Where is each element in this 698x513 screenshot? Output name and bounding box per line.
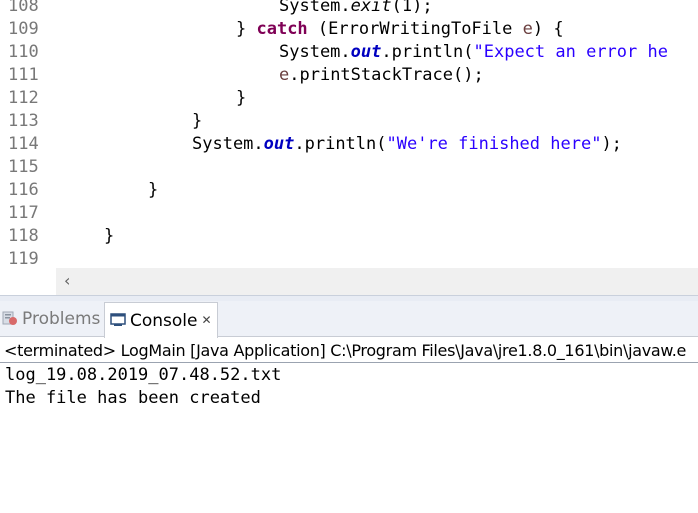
line-number: 119: [8, 249, 39, 268]
variable-token: e: [279, 65, 290, 85]
code-token: (ErrorWritingToFile: [307, 19, 523, 39]
tab-problems[interactable]: Problems: [2, 302, 102, 337]
line-number: 118: [8, 226, 39, 246]
code-token: .printStackTrace();: [289, 65, 484, 85]
code-editor[interactable]: 108 109 110 111 112 113 114 115 116 117 …: [0, 0, 698, 268]
console-output-line: log_19.08.2019_07.48.52.txt: [5, 365, 282, 385]
line-number: 112: [8, 88, 39, 108]
code-line-113[interactable]: }: [192, 110, 202, 133]
console-icon: [110, 313, 126, 326]
code-token: System.: [279, 0, 351, 16]
line-number: 109: [8, 19, 39, 39]
line-number: 117: [8, 203, 39, 223]
horizontal-scrollbar[interactable]: ‹: [56, 268, 698, 295]
console-output-line: The file has been created: [5, 388, 261, 408]
code-token: exit: [350, 0, 392, 16]
variable-token: e: [522, 19, 533, 39]
code-line-109[interactable]: } catch (ErrorWritingToFile e) {: [236, 18, 564, 41]
code-token: .println(: [381, 42, 474, 62]
line-number: 110: [8, 42, 39, 62]
code-token: ) {: [532, 19, 564, 39]
console-output[interactable]: log_19.08.2019_07.48.52.txt The file has…: [0, 364, 698, 513]
code-token: );: [601, 134, 622, 154]
line-number: 108: [8, 0, 39, 16]
code-line-114[interactable]: System.out.println("We're finished here"…: [192, 133, 622, 156]
console-status-line: <terminated> LogMain [Java Application] …: [0, 339, 698, 363]
scroll-left-arrow-icon[interactable]: ‹: [64, 271, 70, 290]
line-number: 114: [8, 134, 39, 154]
line-number-gutter: 108 109 110 111 112 113 114 115 116 117 …: [0, 0, 56, 268]
view-tab-bar: Problems Console ✕: [0, 301, 698, 338]
code-token: System.: [192, 134, 264, 154]
code-line-112[interactable]: }: [236, 87, 246, 110]
code-token: }: [236, 19, 257, 39]
field-token: out: [350, 42, 382, 62]
field-token: out: [263, 134, 295, 154]
code-line-118[interactable]: }: [104, 225, 114, 248]
tab-label: Console: [130, 311, 198, 331]
line-number: 115: [8, 157, 39, 177]
code-token: .println(: [294, 134, 387, 154]
tab-label: Problems: [22, 309, 101, 329]
string-token: "Expect an error he: [473, 42, 668, 62]
code-line-111[interactable]: e.printStackTrace();: [279, 64, 484, 87]
code-line-110[interactable]: System.out.println("Expect an error he: [279, 41, 668, 64]
code-line-108[interactable]: System.exit(1);: [279, 0, 433, 18]
line-number: 111: [8, 65, 39, 85]
close-icon[interactable]: ✕: [202, 313, 212, 327]
problems-icon: [2, 311, 17, 325]
keyword-token: catch: [256, 19, 308, 39]
code-line-116[interactable]: }: [148, 179, 158, 202]
code-token: System.: [279, 42, 351, 62]
tab-console[interactable]: Console ✕: [104, 302, 218, 338]
line-number: 113: [8, 111, 39, 131]
string-token: "We're finished here": [386, 134, 602, 154]
code-token: (1);: [391, 0, 433, 16]
line-number: 116: [8, 180, 39, 200]
